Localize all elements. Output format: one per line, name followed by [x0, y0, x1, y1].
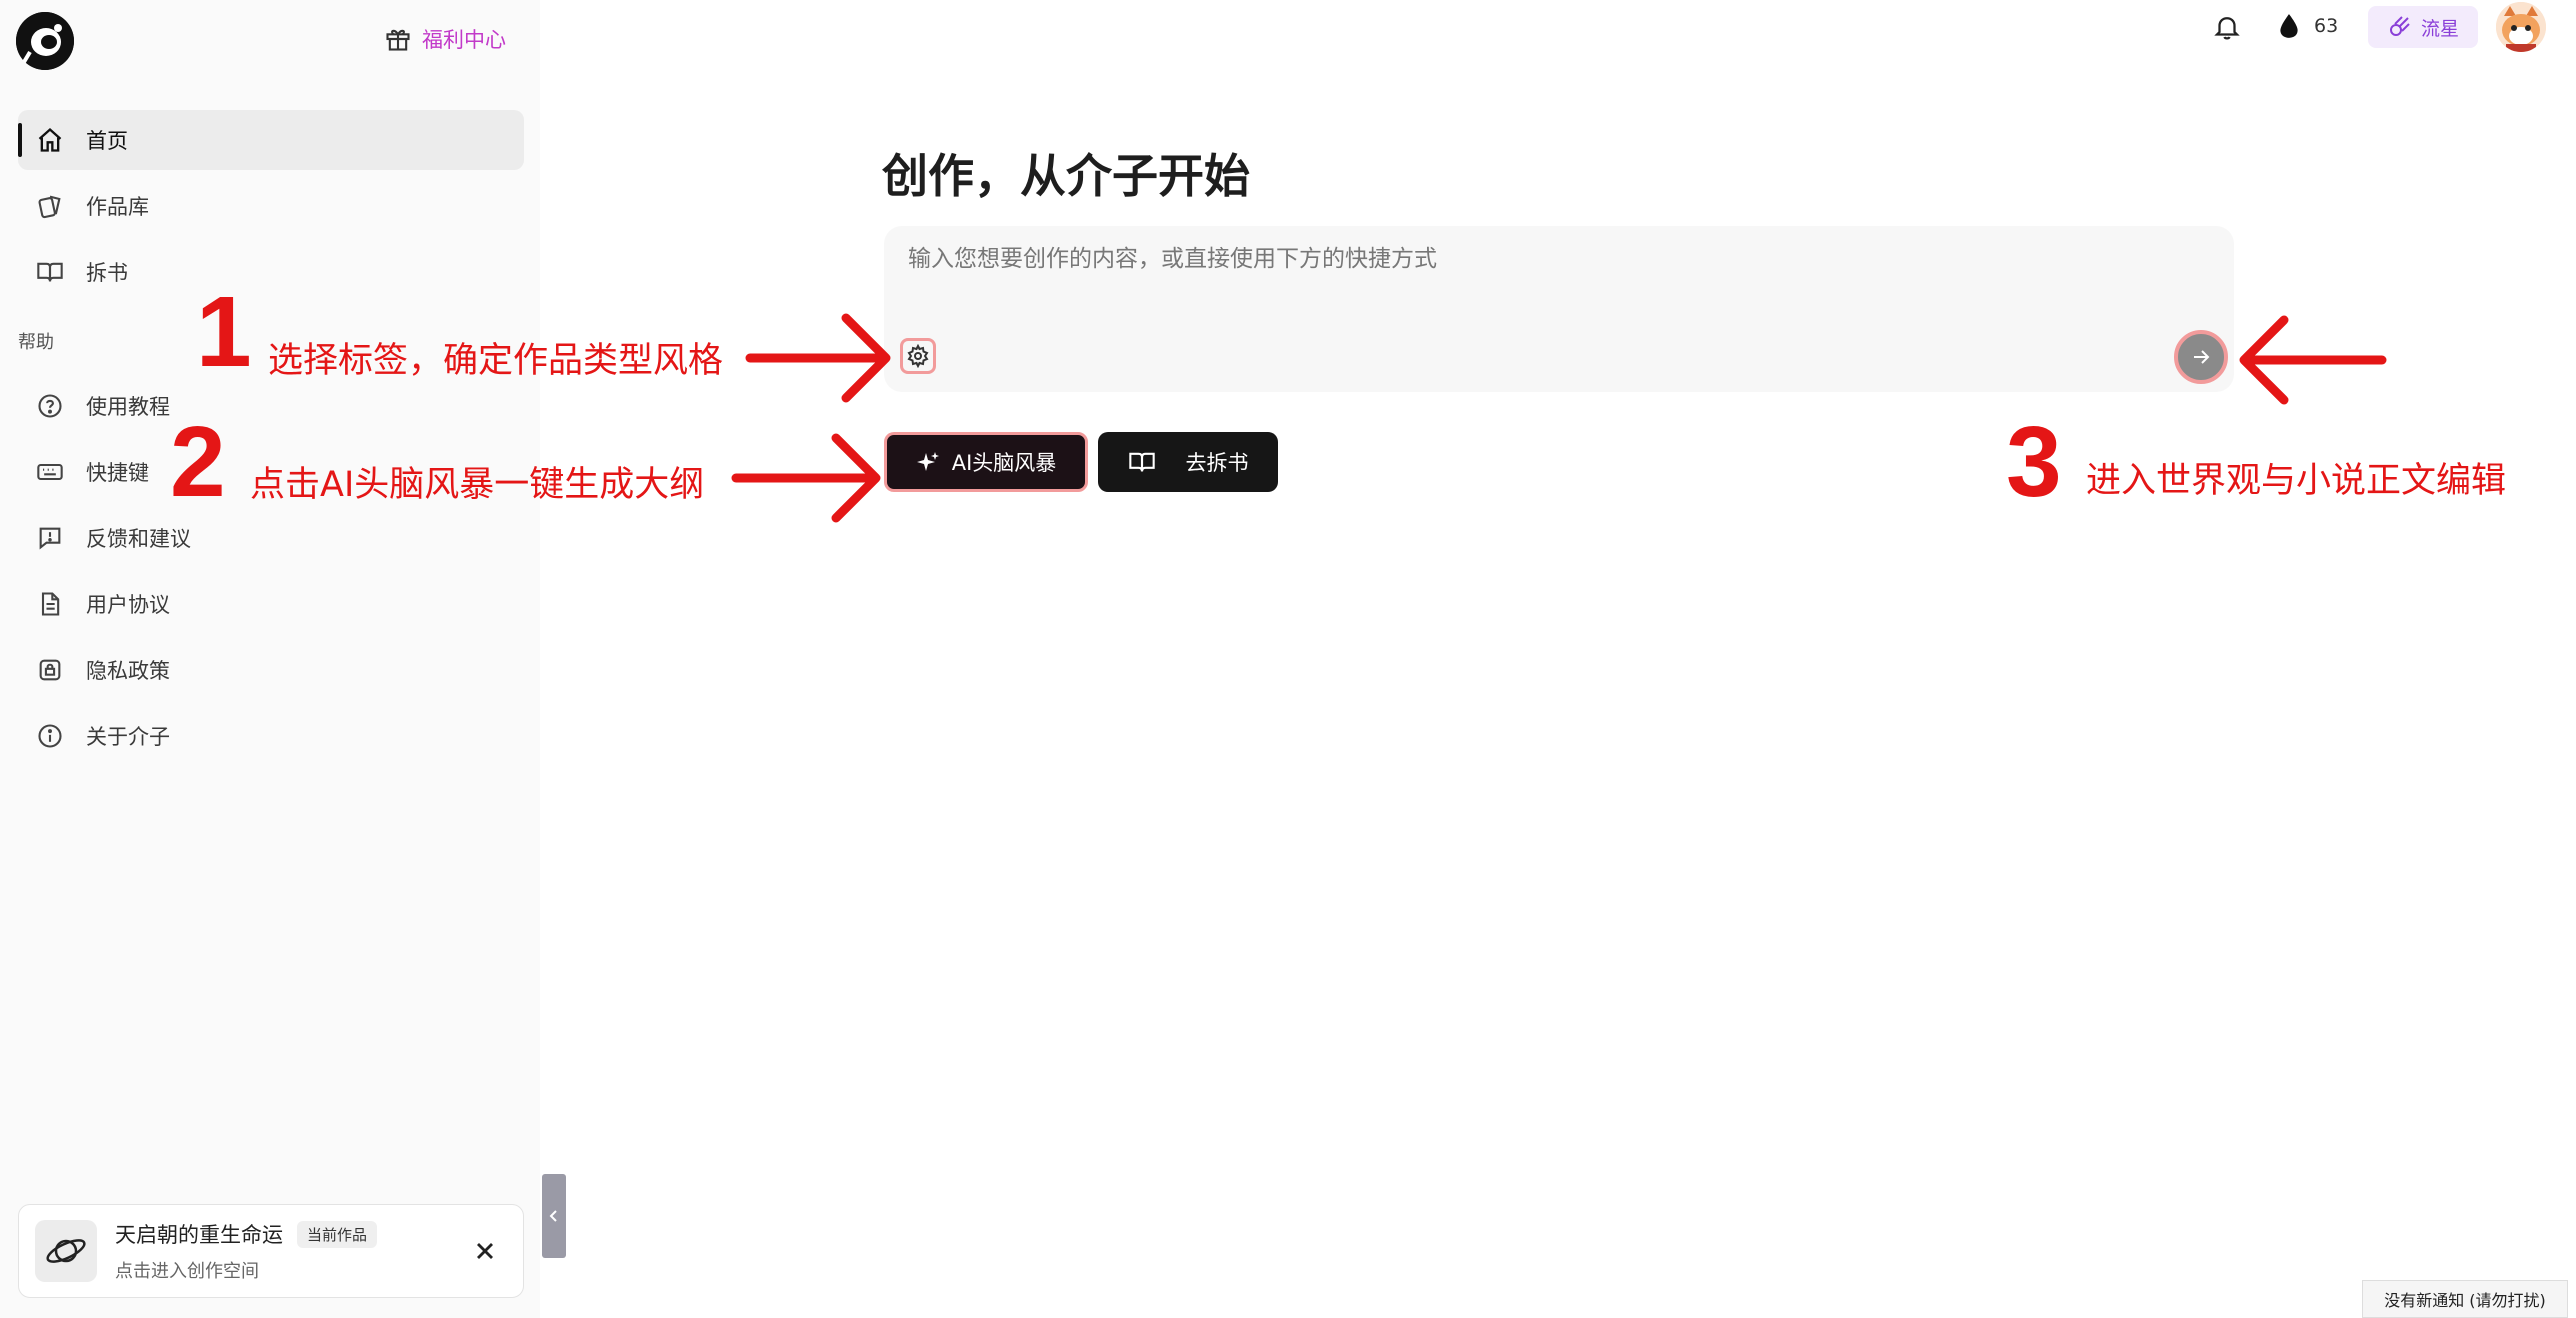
- annotation-arrow-1: [745, 313, 891, 403]
- sidebar-item-split-book[interactable]: 拆书: [18, 242, 524, 302]
- annotation-text-2: 点击AI头脑风暴一键生成大纲: [250, 465, 705, 505]
- sidebar-item-label: 关于介子: [86, 725, 170, 749]
- sidebar-collapse-handle[interactable]: [542, 1174, 566, 1258]
- tag-settings-button[interactable]: [900, 338, 936, 374]
- document-icon: [41, 592, 60, 616]
- composer-input[interactable]: [908, 246, 2108, 272]
- keyboard-icon: [37, 463, 63, 481]
- annotation-arrow-2: [731, 433, 881, 523]
- annotation-number-3: 3: [2006, 406, 2062, 518]
- sidebar-item-label: 作品库: [86, 195, 149, 219]
- current-work-title-row: 天启朝的重生命运 当前作品: [115, 1219, 378, 1249]
- lock-icon: [39, 659, 61, 681]
- ai-brainstorm-button[interactable]: AI头脑风暴: [884, 432, 1088, 492]
- sidebar-item-feedback[interactable]: 反馈和建议: [18, 508, 524, 568]
- welfare-center-link[interactable]: 福利中心: [384, 22, 506, 56]
- sidebar-item-about[interactable]: 关于介子: [18, 706, 524, 766]
- gift-icon: [386, 29, 410, 51]
- sparkle-icon: [916, 452, 939, 471]
- annotation-number-1: 1: [196, 276, 252, 388]
- notification-toast: 没有新通知 (请勿打扰): [2362, 1280, 2568, 1318]
- book-open-icon: [37, 262, 63, 282]
- current-work-title: 天启朝的重生命运: [115, 1223, 283, 1247]
- app-root: 福利中心 首页 作品库 拆书 帮助 使用教程 快捷键 反馈和建议 用户协议 隐私…: [0, 0, 2576, 1318]
- drop-balance[interactable]: 63: [2276, 12, 2338, 40]
- sidebar-item-label: 用户协议: [86, 593, 170, 617]
- sidebar-item-label: 拆书: [86, 261, 128, 285]
- sidebar-item-label: 反馈和建议: [86, 527, 191, 551]
- info-icon: [38, 724, 62, 748]
- sidebar-item-label: 隐私政策: [86, 659, 170, 683]
- question-icon: [38, 394, 62, 418]
- book-open-icon: [1128, 452, 1155, 472]
- current-work-subtitle: 点击进入创作空间: [115, 1261, 259, 1282]
- feedback-icon: [39, 527, 61, 550]
- go-split-book-button[interactable]: 去拆书: [1098, 432, 1278, 492]
- sidebar-item-label: 使用教程: [86, 395, 170, 419]
- home-icon: [38, 127, 62, 152]
- arrow-right-icon: [2194, 350, 2210, 364]
- composer-box: [884, 226, 2234, 392]
- meteor-label: 流星: [2420, 17, 2459, 40]
- welfare-center-label: 福利中心: [422, 28, 506, 52]
- sidebar-item-home[interactable]: 首页: [18, 110, 524, 170]
- annotation-text-1: 选择标签，确定作品类型风格: [268, 341, 724, 381]
- annotation-arrow-3: [2239, 315, 2387, 405]
- cat-avatar-icon: [2496, 2, 2546, 52]
- sidebar-item-label: 首页: [86, 129, 128, 153]
- meteor-icon: [2389, 16, 2410, 36]
- sidebar-item-privacy[interactable]: 隐私政策: [18, 640, 524, 700]
- help-section-title: 帮助: [18, 332, 54, 353]
- annotation-number-2: 2: [170, 406, 226, 518]
- send-button[interactable]: [2174, 330, 2228, 384]
- close-icon[interactable]: [471, 1237, 499, 1265]
- go-split-book-label: 去拆书: [1185, 451, 1249, 475]
- sidebar-item-user-agreement[interactable]: 用户协议: [18, 574, 524, 634]
- sidebar-item-works[interactable]: 作品库: [18, 176, 524, 236]
- ai-brainstorm-label: AI头脑风暴: [951, 451, 1057, 475]
- sidebar-item-label: 快捷键: [86, 461, 149, 485]
- planet-thumbnail: [35, 1220, 97, 1282]
- sidebar-item-tutorial[interactable]: 使用教程: [18, 376, 524, 436]
- cards-icon: [38, 195, 61, 219]
- annotation-text-3: 进入世界观与小说正文编辑: [2086, 461, 2507, 501]
- current-work-text: 天启朝的重生命运 当前作品 点击进入创作空间: [115, 1219, 378, 1283]
- drop-count: 63: [2314, 15, 2339, 37]
- drop-icon: [2280, 14, 2298, 38]
- gear-icon: [907, 344, 929, 368]
- planet-icon: [46, 1239, 86, 1263]
- user-avatar[interactable]: [2496, 2, 2546, 52]
- current-work-card[interactable]: 天启朝的重生命运 当前作品 点击进入创作空间: [18, 1204, 524, 1298]
- bell-icon[interactable]: [2212, 12, 2242, 42]
- current-work-badge: 当前作品: [297, 1220, 378, 1248]
- astronaut-logo-icon: [16, 12, 74, 70]
- page-title: 创作，从介子开始: [882, 149, 1250, 203]
- app-logo[interactable]: [16, 12, 74, 70]
- chevron-left-icon: [549, 1210, 557, 1222]
- meteor-button[interactable]: 流星: [2368, 6, 2478, 48]
- sidebar: 福利中心 首页 作品库 拆书 帮助 使用教程 快捷键 反馈和建议 用户协议 隐私…: [0, 0, 540, 1318]
